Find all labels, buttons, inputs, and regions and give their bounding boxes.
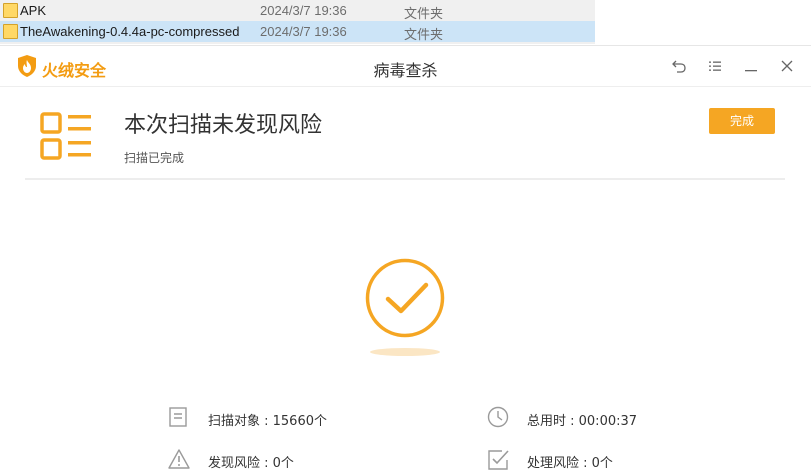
file-name: APK (20, 3, 47, 18)
done-button[interactable]: 完成 (709, 108, 775, 134)
menu-icon (709, 61, 721, 71)
check-shadow (370, 348, 440, 356)
file-row[interactable]: APK 2024/3/7 19:36 文件夹 (0, 0, 595, 21)
document-icon (169, 407, 187, 427)
divider (25, 178, 785, 180)
file-name: TheAwakening-0.4.4a-pc-compressed (20, 24, 240, 39)
minimize-icon (745, 70, 757, 72)
back-icon (672, 60, 686, 73)
scan-status: 扫描已完成 (124, 151, 185, 165)
stat-duration-label: 总用时 : 00:00:37 (527, 414, 638, 429)
stat-risks-handled-label: 处理风险 : 0个 (527, 456, 613, 471)
report-list-icon (40, 112, 91, 160)
file-row-selected[interactable]: TheAwakening-0.4.4a-pc-compressed 2024/3… (0, 21, 595, 42)
folder-icon (3, 24, 18, 39)
menu-button[interactable] (705, 56, 725, 76)
checkbox-icon (488, 450, 509, 470)
minimize-button[interactable] (741, 56, 761, 76)
file-date: 2024/3/7 19:36 (260, 24, 347, 39)
scan-result-headline: 本次扫描未发现风险 (124, 113, 323, 138)
stat-scanned-label: 扫描对象 : 15660个 (208, 414, 327, 429)
file-date: 2024/3/7 19:36 (260, 3, 347, 18)
success-check-icon (365, 258, 445, 338)
file-type: 文件夹 (404, 6, 444, 21)
warning-icon (168, 449, 190, 469)
file-explorer-background: APK 2024/3/7 19:36 文件夹 TheAwakening-0.4.… (0, 0, 595, 44)
file-type: 文件夹 (404, 27, 444, 42)
title-bar[interactable]: 火绒安全 病毒查杀 (0, 46, 811, 87)
huorong-window: 火绒安全 病毒查杀 本次扫描未发现风险 扫描已完成 完成 扫描对象: 1566… (0, 45, 811, 472)
clock-icon (487, 406, 509, 428)
close-button[interactable] (777, 56, 797, 76)
window-title: 病毒查杀 (373, 61, 438, 80)
folder-icon (3, 3, 18, 18)
stat-risks-found-label: 发现风险 : 0个 (208, 456, 294, 471)
back-button[interactable] (669, 56, 689, 76)
close-icon (781, 60, 793, 72)
